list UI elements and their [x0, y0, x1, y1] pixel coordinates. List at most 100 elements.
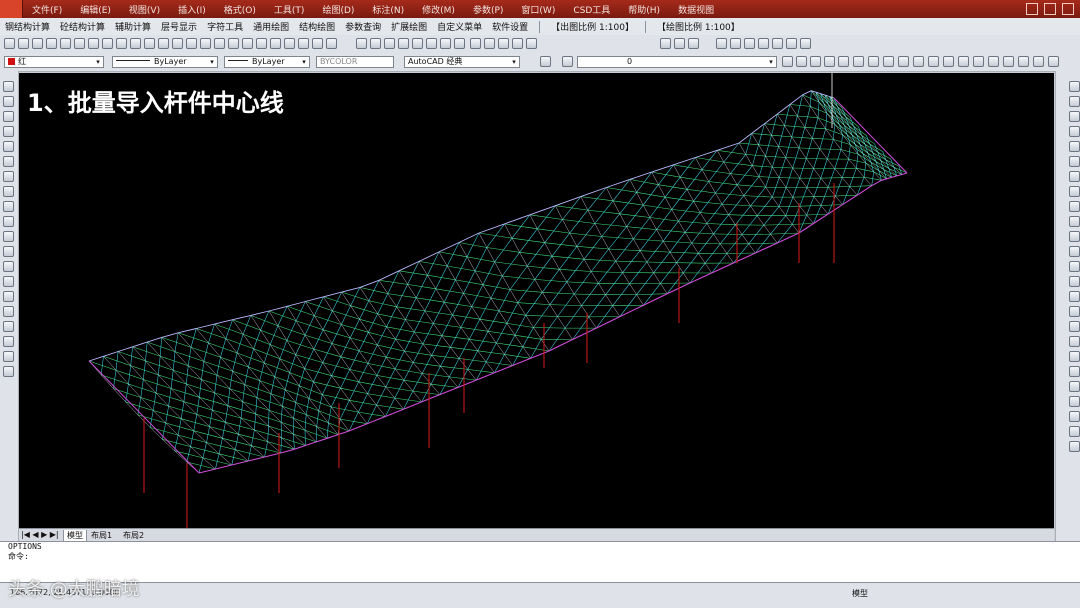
plot-scale[interactable]: 【出图比例 1:100】: [546, 20, 639, 33]
menu-help[interactable]: 帮助(H): [619, 3, 669, 16]
model-space-label[interactable]: 模型: [852, 588, 868, 599]
command-prompt[interactable]: 命令:: [0, 552, 1080, 562]
draw-scale[interactable]: 【绘图比例 1:100】: [652, 20, 745, 33]
plotstyle-dropdown[interactable]: BYCOLOR: [316, 56, 394, 68]
tool-icon[interactable]: [412, 38, 423, 49]
tool-icon[interactable]: [326, 38, 337, 49]
tool-icon[interactable]: [1069, 261, 1080, 272]
tool-icon[interactable]: [102, 38, 113, 49]
tool-icon[interactable]: [800, 38, 811, 49]
ext-draw-menu[interactable]: 扩展绘图: [386, 20, 432, 33]
tool-icon[interactable]: [1069, 411, 1080, 422]
tool-icon[interactable]: [3, 81, 14, 92]
tool-icon[interactable]: [744, 38, 755, 49]
tool-icon[interactable]: [3, 276, 14, 287]
tool-icon[interactable]: [284, 38, 295, 49]
tool-icon[interactable]: [1069, 126, 1080, 137]
tool-icon[interactable]: [883, 56, 894, 67]
tool-icon[interactable]: [298, 38, 309, 49]
tool-icon[interactable]: [786, 38, 797, 49]
tool-icon[interactable]: [1069, 351, 1080, 362]
tool-icon[interactable]: [1069, 81, 1080, 92]
concrete-calc-menu[interactable]: 砼结构计算: [55, 20, 110, 33]
tool-icon[interactable]: [988, 56, 999, 67]
steel-calc-menu[interactable]: 钢结构计算: [0, 20, 55, 33]
tool-icon[interactable]: [398, 38, 409, 49]
general-draw-menu[interactable]: 通用绘图: [248, 20, 294, 33]
tool-icon[interactable]: [3, 351, 14, 362]
tool-icon[interactable]: [973, 56, 984, 67]
tool-icon[interactable]: [158, 38, 169, 49]
tool-icon[interactable]: [88, 38, 99, 49]
tool-icon[interactable]: [4, 38, 15, 49]
tool-icon[interactable]: [3, 156, 14, 167]
tool-icon[interactable]: [716, 38, 727, 49]
menu-data-view[interactable]: 数据视图: [669, 3, 723, 16]
tool-icon[interactable]: [674, 38, 685, 49]
tab-layout1[interactable]: 布局1: [91, 530, 112, 541]
tool-icon[interactable]: [943, 56, 954, 67]
param-query-menu[interactable]: 参数查询: [340, 20, 386, 33]
workspace-dropdown[interactable]: AutoCAD 经典▾: [404, 56, 520, 68]
tool-icon[interactable]: [782, 56, 793, 67]
tool-icon[interactable]: [200, 38, 211, 49]
tool-icon[interactable]: [270, 38, 281, 49]
tool-icon[interactable]: [498, 38, 509, 49]
tool-icon[interactable]: [3, 231, 14, 242]
tab-layout2[interactable]: 布局2: [123, 530, 144, 541]
menu-draw[interactable]: 绘图(D): [313, 3, 363, 16]
tool-icon[interactable]: [3, 126, 14, 137]
tool-icon[interactable]: [810, 56, 821, 67]
tool-icon[interactable]: [1069, 381, 1080, 392]
tool-icon[interactable]: [660, 38, 671, 49]
tool-icon[interactable]: [370, 38, 381, 49]
tool-icon[interactable]: [526, 38, 537, 49]
menu-tools[interactable]: 工具(T): [265, 3, 314, 16]
tool-icon[interactable]: [898, 56, 909, 67]
tool-icon[interactable]: [3, 111, 14, 122]
tool-icon[interactable]: [838, 56, 849, 67]
tool-icon[interactable]: [1048, 56, 1059, 67]
tool-icon[interactable]: [3, 246, 14, 257]
tool-icon[interactable]: [172, 38, 183, 49]
tool-icon[interactable]: [242, 38, 253, 49]
menu-modify[interactable]: 修改(M): [413, 3, 464, 16]
workspace-settings-icon[interactable]: [540, 56, 551, 67]
tool-icon[interactable]: [74, 38, 85, 49]
tool-icon[interactable]: [1069, 426, 1080, 437]
color-dropdown[interactable]: 红▾: [4, 56, 104, 68]
menu-insert[interactable]: 插入(I): [169, 3, 215, 16]
tool-icon[interactable]: [913, 56, 924, 67]
tool-icon[interactable]: [32, 38, 43, 49]
app-logo[interactable]: [0, 0, 23, 18]
tool-icon[interactable]: [130, 38, 141, 49]
text-tools-menu[interactable]: 字符工具: [202, 20, 248, 33]
menu-csd-tools[interactable]: CSD工具: [564, 3, 619, 16]
settings-menu[interactable]: 软件设置: [487, 20, 533, 33]
tool-icon[interactable]: [46, 38, 57, 49]
tool-icon[interactable]: [1033, 56, 1044, 67]
tool-icon[interactable]: [512, 38, 523, 49]
menu-window[interactable]: 窗口(W): [512, 3, 564, 16]
close-icon[interactable]: [1062, 3, 1074, 15]
tool-icon[interactable]: [3, 336, 14, 347]
tool-icon[interactable]: [18, 38, 29, 49]
tool-icon[interactable]: [1069, 201, 1080, 212]
tool-icon[interactable]: [484, 38, 495, 49]
tool-icon[interactable]: [144, 38, 155, 49]
tool-icon[interactable]: [454, 38, 465, 49]
tool-icon[interactable]: [3, 366, 14, 377]
struct-draw-menu[interactable]: 结构绘图: [294, 20, 340, 33]
layer-dropdown[interactable]: 0▾: [577, 56, 777, 68]
tool-icon[interactable]: [3, 291, 14, 302]
tool-icon[interactable]: [1069, 156, 1080, 167]
tool-icon[interactable]: [1069, 441, 1080, 452]
tool-icon[interactable]: [730, 38, 741, 49]
drawing-canvas[interactable]: 1、批量导入杆件中心线: [19, 73, 1054, 528]
restore-icon[interactable]: [1044, 3, 1056, 15]
custom-menu[interactable]: 自定义菜单: [432, 20, 487, 33]
tool-icon[interactable]: [3, 216, 14, 227]
layer-manager-icon[interactable]: [562, 56, 573, 67]
tool-icon[interactable]: [356, 38, 367, 49]
tool-icon[interactable]: [1069, 276, 1080, 287]
